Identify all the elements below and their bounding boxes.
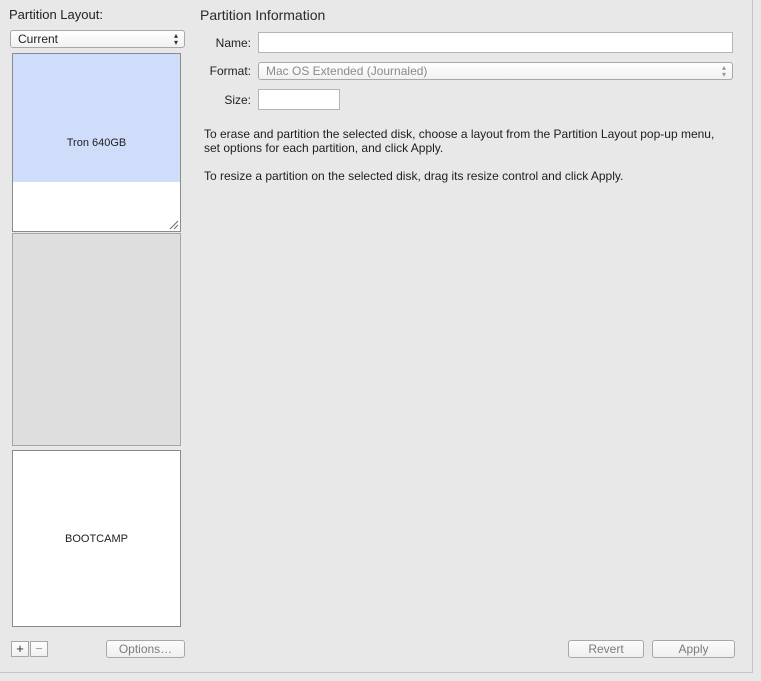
partition-free-space[interactable]	[12, 233, 181, 446]
partition-tron[interactable]: Tron 640GB	[12, 53, 181, 232]
help-text-line-1: To erase and partition the selected disk…	[204, 127, 715, 141]
partition-tron-label: Tron 640GB	[66, 137, 127, 149]
help-text-line-3: To resize a partition on the selected di…	[204, 169, 624, 183]
partition-layout-popup[interactable]: Current ▴ ▾	[10, 30, 185, 48]
partition-bootcamp[interactable]: BOOTCAMP	[12, 450, 181, 627]
options-button[interactable]: Options…	[106, 640, 185, 658]
partition-used-fill	[13, 54, 180, 182]
partition-layout-value: Current	[18, 32, 59, 46]
name-field[interactable]	[258, 32, 733, 53]
partition-information-title: Partition Information	[200, 7, 326, 23]
apply-button[interactable]: Apply	[652, 640, 735, 658]
revert-button[interactable]: Revert	[568, 640, 644, 658]
size-label: Size:	[224, 93, 251, 107]
partition-pane: Partition Layout: Current ▴ ▾ Tron 640GB …	[0, 0, 753, 673]
add-partition-button[interactable]: +	[11, 641, 29, 657]
partition-bootcamp-label: BOOTCAMP	[65, 533, 128, 545]
size-field[interactable]	[258, 89, 340, 110]
format-label: Format:	[209, 64, 251, 78]
resize-handle-icon[interactable]	[168, 219, 179, 230]
remove-partition-button[interactable]: −	[30, 641, 48, 657]
help-text-line-2: set options for each partition, and clic…	[204, 141, 444, 155]
popup-arrows-icon: ▴ ▾	[173, 31, 178, 47]
popup-arrows-icon: ▴ ▾	[721, 63, 726, 79]
format-value: Mac OS Extended (Journaled)	[266, 64, 428, 78]
partition-layout-title: Partition Layout:	[9, 7, 103, 22]
format-popup[interactable]: Mac OS Extended (Journaled) ▴ ▾	[258, 62, 733, 80]
name-label: Name:	[215, 36, 251, 50]
partition-layout-map: Tron 640GB BOOTCAMP	[12, 53, 181, 627]
